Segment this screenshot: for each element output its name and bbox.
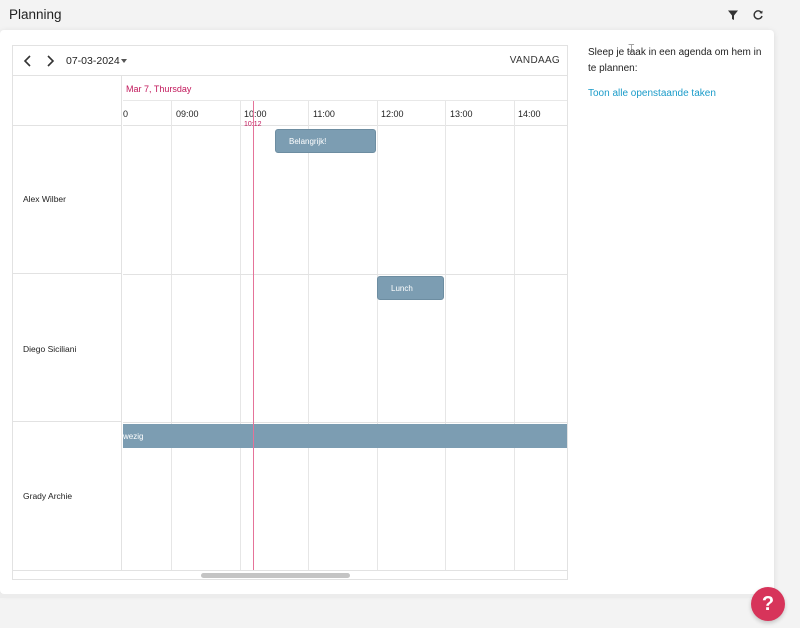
planning-card: 07-03-2024 VANDAAG Alex Wilber Diego Sic…	[0, 30, 774, 594]
hour-gridline	[308, 101, 309, 570]
refresh-icon[interactable]	[751, 8, 765, 22]
text-cursor-icon: ⌶	[628, 43, 635, 55]
hour-gridline	[377, 101, 378, 570]
chevron-right-icon[interactable]	[42, 53, 58, 69]
hour-label: 11:00	[313, 109, 335, 119]
top-bar: Planning	[0, 0, 800, 30]
day-label: Mar 7, Thursday	[126, 84, 192, 94]
hour-label: 09:00	[176, 109, 199, 119]
task-hint: Sleep je taak in een agenda om hem in te…	[588, 47, 762, 74]
today-button[interactable]: VANDAAG	[510, 55, 560, 66]
horizontal-scrollbar[interactable]	[13, 570, 567, 579]
current-time-label: 10:12	[244, 121, 262, 128]
row-divider	[123, 422, 567, 423]
hour-gridline	[240, 101, 241, 570]
resource-header	[13, 76, 122, 126]
hour-gridline	[171, 101, 172, 570]
filter-icon[interactable]	[726, 8, 740, 22]
row-divider	[123, 274, 567, 275]
hour-label: 12:00	[381, 109, 404, 119]
hour-gridline	[514, 101, 515, 570]
hour-label: 0	[123, 109, 129, 119]
event-afwezig[interactable]: wezig	[123, 424, 567, 448]
resource-name: Alex Wilber	[23, 194, 66, 204]
event-belangrijk[interactable]: Belangrijk!	[275, 129, 376, 153]
hour-label: 13:00	[450, 109, 473, 119]
caret-down-icon[interactable]	[121, 59, 127, 63]
current-time-line	[253, 101, 254, 570]
resource-name: Diego Siciliani	[23, 344, 77, 354]
chevron-left-icon[interactable]	[20, 53, 36, 69]
day-header: Mar 7, Thursday	[123, 76, 567, 101]
resource-column: Alex Wilber Diego Siciliani Grady Archie	[13, 76, 122, 570]
resource-name: Grady Archie	[23, 491, 73, 501]
show-open-tasks-link[interactable]: Toon alle openstaande taken	[588, 88, 768, 99]
help-button[interactable]: ?	[751, 587, 785, 621]
event-lunch[interactable]: Lunch	[377, 276, 444, 300]
task-panel: Sleep je taak in een agenda om hem in te…	[588, 45, 768, 99]
resource-row: Alex Wilber	[13, 126, 122, 274]
hour-label: 14:00	[518, 109, 541, 119]
resource-row: Diego Siciliani	[13, 274, 122, 422]
hour-label: 10:00	[244, 109, 267, 119]
scrollbar-thumb[interactable]	[201, 573, 350, 578]
timeline: Mar 7, Thursday 0 09:00 10:00 11:00 12:0…	[123, 76, 567, 570]
scheduler-toolbar: 07-03-2024 VANDAAG	[13, 46, 567, 76]
page-title: Planning	[9, 7, 62, 22]
card-footer-strip	[0, 594, 774, 598]
hour-gridline	[445, 101, 446, 570]
resource-row: Grady Archie	[13, 422, 122, 570]
date-picker[interactable]: 07-03-2024	[66, 55, 120, 67]
scheduler: 07-03-2024 VANDAAG Alex Wilber Diego Sic…	[12, 45, 568, 580]
